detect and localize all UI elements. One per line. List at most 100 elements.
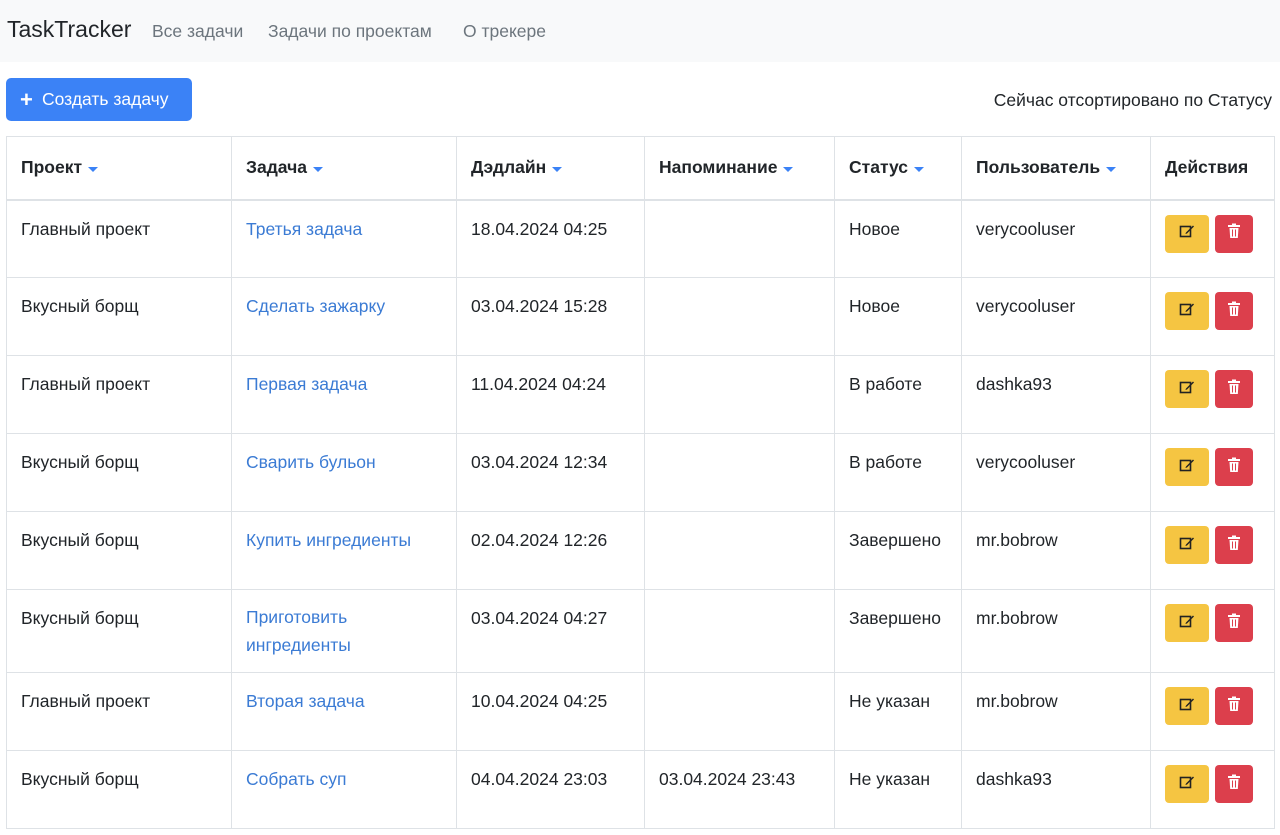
deadline-text: 10.04.2024 04:25 — [471, 691, 608, 711]
edit-button[interactable] — [1165, 214, 1209, 253]
deadline-text: 02.04.2024 12:26 — [471, 530, 608, 550]
actions-cell — [1150, 433, 1275, 512]
project-text: Вкусный борщ — [21, 296, 139, 316]
brand-logo-text[interactable]: TaskTracker — [7, 16, 131, 43]
edit-button[interactable] — [1165, 292, 1209, 330]
delete-button[interactable] — [1215, 765, 1253, 803]
delete-button[interactable] — [1215, 370, 1253, 408]
caret-down-icon[interactable] — [552, 167, 563, 173]
actions-cell — [1150, 277, 1275, 356]
delete-button[interactable] — [1215, 526, 1253, 564]
project-text: Главный проект — [21, 218, 151, 239]
user-cell: verycooluser — [961, 277, 1151, 356]
trash-icon — [1227, 223, 1241, 244]
sort-status-note: Сейчас отсортировано по Статусу — [993, 90, 1272, 110]
user-text: mr.bobrow — [976, 530, 1058, 550]
status-text: Не указан — [849, 769, 930, 789]
delete-button[interactable] — [1215, 687, 1253, 725]
status-cell: Новое — [834, 277, 962, 356]
user-cell: verycooluser — [961, 199, 1151, 278]
reminder-cell — [644, 433, 835, 512]
reminder-text: 03.04.2024 23:43 — [659, 769, 796, 789]
user-text: dashka93 — [976, 769, 1052, 789]
task-cell: Вторая задача — [231, 672, 457, 751]
deadline-text: 03.04.2024 04:27 — [471, 608, 608, 628]
task-link[interactable]: Первая задача — [246, 370, 367, 398]
actions-cell — [1150, 672, 1275, 751]
create-task-button[interactable]: + Создать задачу — [6, 78, 192, 121]
project-text: Главный проект — [21, 374, 151, 394]
task-link[interactable]: Сделать зажарку — [246, 292, 385, 320]
reminder-cell — [644, 672, 835, 751]
caret-down-icon[interactable] — [913, 167, 924, 173]
task-link[interactable]: Сварить бульон — [246, 448, 376, 476]
delete-button[interactable] — [1215, 214, 1253, 253]
delete-button[interactable] — [1215, 448, 1253, 486]
column-header-reminder[interactable]: Напоминание — [644, 136, 835, 201]
deadline-cell: 03.04.2024 12:34 — [456, 433, 645, 512]
caret-down-icon[interactable] — [88, 167, 99, 173]
table-header-row: Проект Задача Дэдлайн Напоминание Статус… — [6, 136, 1275, 201]
task-link[interactable]: Собрать суп — [246, 765, 346, 793]
edit-button[interactable] — [1165, 448, 1209, 486]
delete-button[interactable] — [1215, 292, 1253, 330]
deadline-text: 03.04.2024 15:28 — [471, 296, 608, 316]
column-header-task[interactable]: Задача — [231, 136, 457, 201]
trash-icon — [1227, 535, 1241, 556]
task-cell: Сварить бульон — [231, 433, 457, 512]
nav-link-tasks-by-project[interactable]: Задачи по проектам — [268, 21, 432, 42]
task-link[interactable]: Третья задача — [246, 215, 362, 243]
deadline-text: 04.04.2024 23:03 — [471, 769, 608, 789]
column-header-project[interactable]: Проект — [6, 136, 232, 201]
status-cell: Завершено — [834, 589, 962, 673]
create-task-label: Создать задачу — [42, 89, 169, 109]
edit-button[interactable] — [1165, 526, 1209, 564]
table-row: Главный проект Третья задача 18.04.2024 04… — [6, 199, 1275, 278]
delete-button[interactable] — [1215, 604, 1253, 642]
nav-link-about[interactable]: О трекере — [463, 21, 546, 42]
task-link[interactable]: Приготовить ингредиенты — [246, 603, 442, 659]
project-text: Главный проект — [21, 691, 151, 711]
caret-down-icon[interactable] — [313, 167, 323, 173]
user-cell: mr.bobrow — [961, 511, 1151, 590]
deadline-cell: 03.04.2024 15:28 — [456, 277, 645, 356]
edit-button[interactable] — [1165, 687, 1209, 725]
user-cell: dashka93 — [961, 750, 1151, 829]
table-row: Вкусный борщ Приготовить ингредиенты 03.04… — [6, 589, 1275, 673]
reminder-cell — [644, 355, 835, 434]
task-link[interactable]: Вторая задача — [246, 687, 365, 715]
deadline-cell: 04.04.2024 23:03 — [456, 750, 645, 829]
caret-down-icon[interactable] — [783, 167, 794, 173]
nav-link-all-tasks[interactable]: Все задачи — [152, 21, 243, 42]
task-cell: Первая задача — [231, 355, 457, 434]
project-cell: Вкусный борщ — [6, 433, 232, 512]
caret-down-icon[interactable] — [1106, 167, 1117, 173]
edit-icon — [1179, 223, 1195, 244]
user-text: verycooluser — [976, 452, 1076, 472]
edit-icon — [1179, 613, 1195, 634]
task-cell: Собрать суп — [231, 750, 457, 829]
table-row: Вкусный борщ Собрать суп 04.04.2024 23:03 0… — [6, 750, 1275, 829]
edit-icon — [1179, 774, 1195, 795]
task-link[interactable]: Купить ингредиенты — [246, 526, 411, 554]
deadline-cell: 10.04.2024 04:25 — [456, 672, 645, 751]
project-cell: Вкусный борщ — [6, 589, 232, 673]
reminder-cell — [644, 589, 835, 673]
edit-icon — [1179, 457, 1195, 478]
project-cell: Вкусный борщ — [6, 277, 232, 356]
column-header-status[interactable]: Статус — [834, 136, 962, 201]
edit-button[interactable] — [1165, 604, 1209, 642]
deadline-text: 11.04.2024 04:24 — [471, 374, 606, 394]
edit-button[interactable] — [1165, 370, 1209, 408]
table-row: Главный проект Вторая задача 10.04.2024 04… — [6, 672, 1275, 751]
actions-cell — [1150, 750, 1275, 829]
project-cell: Главный проект — [6, 199, 232, 278]
tasks-table: Проект Задача Дэдлайн Напоминание Статус… — [6, 136, 1275, 829]
task-cell: Третья задача — [231, 199, 457, 278]
task-cell: Приготовить ингредиенты — [231, 589, 457, 673]
column-header-user[interactable]: Пользователь — [961, 136, 1151, 201]
column-header-deadline[interactable]: Дэдлайн — [456, 136, 645, 201]
project-text: Вкусный борщ — [21, 530, 139, 550]
edit-icon — [1179, 696, 1195, 717]
edit-button[interactable] — [1165, 765, 1209, 803]
